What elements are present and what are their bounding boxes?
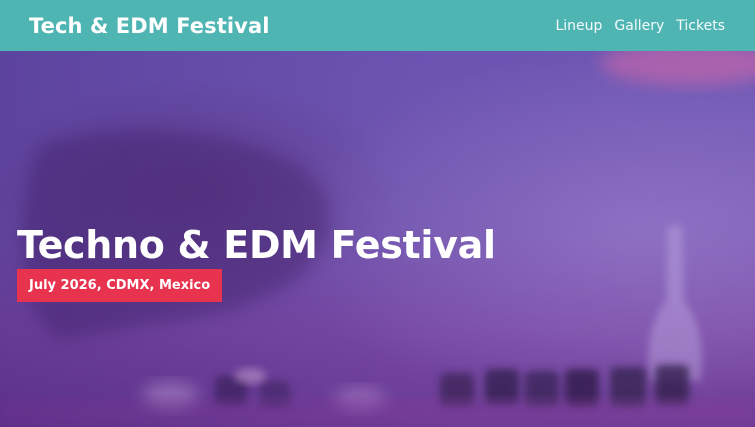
nav-link-lineup[interactable]: Lineup: [555, 18, 602, 34]
brand-logo-link[interactable]: Tech & EDM Festival: [29, 14, 270, 38]
hero-title: Techno & EDM Festival: [17, 223, 496, 267]
nav-link-tickets[interactable]: Tickets: [676, 18, 725, 34]
hero-section: Techno & EDM Festival July 2026, CDMX, M…: [0, 51, 755, 427]
top-navbar: Tech & EDM Festival Lineup Gallery Ticke…: [0, 0, 755, 51]
nav-link-gallery[interactable]: Gallery: [614, 18, 664, 34]
event-date-location-badge: July 2026, CDMX, Mexico: [17, 269, 223, 302]
nav-links: Lineup Gallery Tickets: [555, 18, 725, 34]
